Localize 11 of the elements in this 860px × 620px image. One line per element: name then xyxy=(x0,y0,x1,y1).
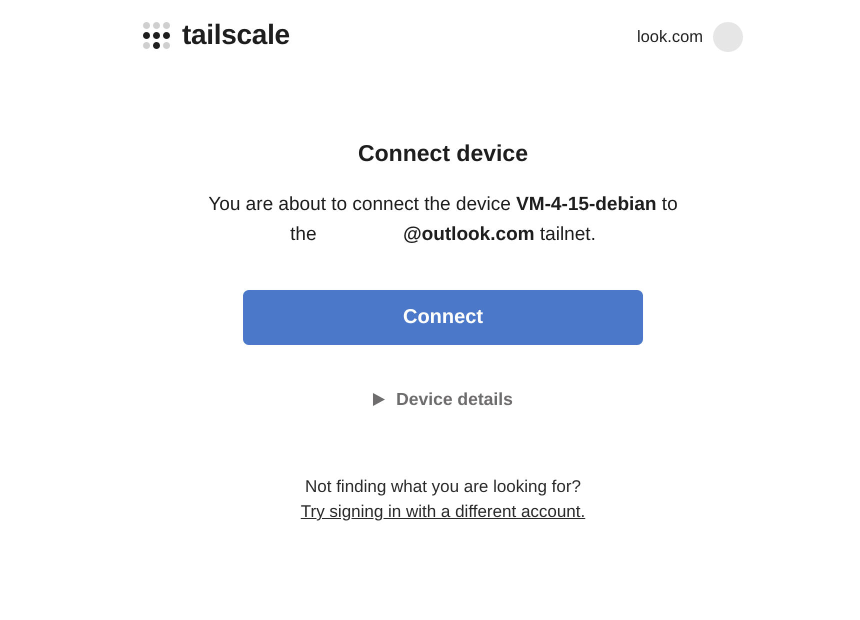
different-account-link[interactable]: Try signing in with a different account. xyxy=(300,499,586,524)
connect-message: You are about to connect the device VM-4-15-debian to the @outlook.com tailnet. xyxy=(207,193,679,247)
logo-wordmark: tailscale xyxy=(182,19,290,51)
disclosure-triangle-icon xyxy=(373,392,386,406)
account-email: look.com xyxy=(636,28,703,46)
help-text: Not finding what you are looking for? xyxy=(305,476,581,498)
page-title: Connect device xyxy=(358,139,528,167)
logo-icon xyxy=(143,22,170,48)
connect-button[interactable]: Connect xyxy=(243,290,643,345)
device-details-toggle[interactable]: Device details xyxy=(373,385,513,413)
avatar-icon[interactable] xyxy=(713,22,743,52)
